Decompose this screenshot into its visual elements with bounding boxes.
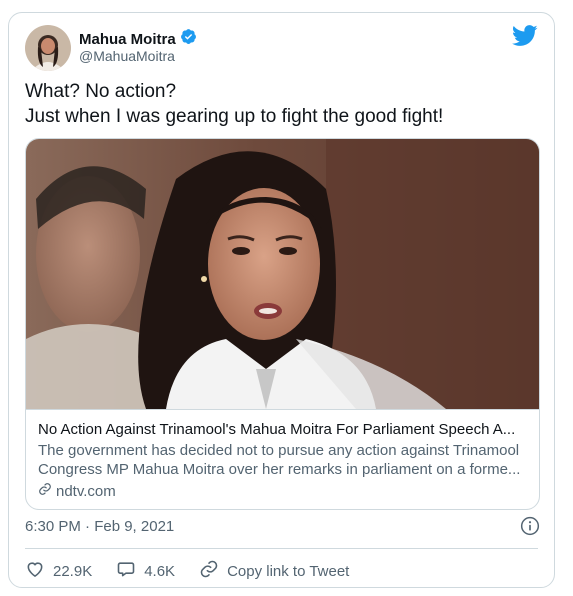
tweet-text: What? No action? Just when I was gearing… xyxy=(25,79,540,129)
twitter-bird-icon[interactable] xyxy=(512,25,538,52)
link-domain-row: ndtv.com xyxy=(38,482,527,500)
tweet-timestamp[interactable]: 6:30 PM · Feb 9, 2021 xyxy=(25,518,174,535)
link-description-line: Congress MP Mahua Moitra over her remark… xyxy=(38,461,521,478)
divider xyxy=(25,548,538,549)
tweet-text-line: Just when I was gearing up to fight the … xyxy=(25,106,444,127)
copy-link-label: Copy link to Tweet xyxy=(227,562,350,580)
link-description-line: The government has decided not to pursue… xyxy=(38,442,520,459)
info-icon[interactable] xyxy=(520,516,540,541)
heart-icon xyxy=(25,559,45,583)
reply-count: 4.6K xyxy=(144,562,176,580)
link-info[interactable]: No Action Against Trinamool's Mahua Moit… xyxy=(26,409,539,500)
author-name[interactable]: Mahua Moitra xyxy=(79,31,176,48)
link-description: The government has decided not to pursue… xyxy=(38,441,527,479)
like-button[interactable]: 22.9K xyxy=(25,559,92,583)
verified-badge-icon xyxy=(180,28,197,50)
avatar[interactable] xyxy=(25,25,71,71)
author-handle[interactable]: @MahuaMoitra xyxy=(79,48,175,64)
article-photo[interactable] xyxy=(26,139,539,410)
action-bar: 22.9K 4.6K Copy link to Tweet xyxy=(25,559,373,583)
link-domain: ndtv.com xyxy=(56,482,116,500)
like-count: 22.9K xyxy=(53,562,93,580)
reply-button[interactable]: 4.6K xyxy=(116,559,175,583)
link-preview-card[interactable]: No Action Against Trinamool's Mahua Moit… xyxy=(25,138,540,510)
link-icon xyxy=(38,482,52,500)
author-name-line[interactable]: Mahua Moitra xyxy=(79,28,197,50)
link-icon xyxy=(199,559,219,583)
tweet-text-line: What? No action? xyxy=(25,81,177,102)
link-title[interactable]: No Action Against Trinamool's Mahua Moit… xyxy=(38,420,527,439)
copy-link-button[interactable]: Copy link to Tweet xyxy=(199,559,349,583)
tweet-card: Mahua Moitra @MahuaMoitra What? No actio… xyxy=(8,12,555,588)
reply-icon xyxy=(116,559,136,583)
